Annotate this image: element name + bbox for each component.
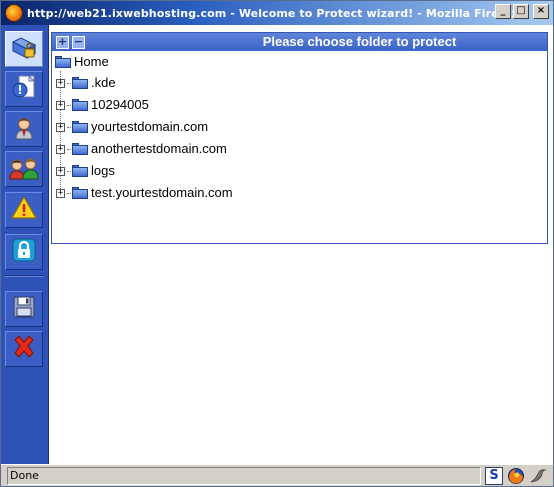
folder-open-icon: [55, 56, 71, 68]
window-title: http://web21.ixwebhosting.com - Welcome …: [27, 6, 519, 20]
info-document-icon: [10, 73, 38, 105]
maximize-button[interactable]: □: [513, 4, 529, 19]
sidebar-item-lock[interactable]: [5, 234, 43, 270]
tree-item[interactable]: + .kde: [56, 75, 116, 91]
folder-tree-panel: + − Please choose folder to protect Home…: [51, 32, 548, 244]
expand-icon[interactable]: +: [56, 188, 65, 198]
tree-item-label: .kde: [91, 75, 116, 90]
padlock-icon: [10, 236, 38, 268]
folder-icon: [72, 121, 88, 133]
tree-root-label: Home: [74, 54, 109, 69]
expand-icon[interactable]: +: [56, 100, 65, 110]
sidebar-item-users[interactable]: [5, 151, 43, 187]
folder-icon: [72, 187, 88, 199]
expand-icon[interactable]: +: [56, 78, 65, 88]
user-icon: [10, 113, 38, 145]
warning-icon: [10, 194, 38, 226]
close-button[interactable]: ×: [533, 4, 549, 19]
sidebar: [1, 25, 49, 464]
tree-item-label: 10294005: [91, 97, 149, 112]
main-content: + − Please choose folder to protect Home…: [50, 25, 553, 464]
title-bar: http://web21.ixwebhosting.com - Welcome …: [1, 1, 553, 25]
tree-item[interactable]: + yourtestdomain.com: [56, 119, 208, 135]
sidebar-item-cancel[interactable]: [5, 331, 43, 367]
expand-icon[interactable]: +: [56, 122, 65, 132]
folder-icon: [72, 99, 88, 111]
tree-item[interactable]: + 10294005: [56, 97, 149, 113]
sidebar-item-user[interactable]: [5, 111, 43, 147]
minimize-button[interactable]: _: [495, 4, 511, 19]
window-controls: _ □ ×: [495, 4, 549, 19]
bird-icon[interactable]: [529, 467, 547, 485]
tree-item[interactable]: + anothertestdomain.com: [56, 141, 227, 157]
tree-item-label: logs: [91, 163, 115, 178]
folder-icon: [72, 77, 88, 89]
sidebar-divider: [5, 275, 43, 277]
tree-item-label: anothertestdomain.com: [91, 141, 227, 156]
firefox-app-icon: [5, 4, 23, 22]
tree-root[interactable]: Home: [55, 54, 109, 70]
s-icon[interactable]: S: [485, 466, 503, 485]
folder-tree: Home + .kde + 10294005 + yourtestdomain.…: [52, 51, 547, 200]
users-group-icon: [9, 153, 39, 185]
status-text: Done: [7, 466, 481, 485]
sidebar-item-save[interactable]: [5, 291, 43, 327]
tree-item[interactable]: + logs: [56, 163, 115, 179]
folder-icon: [72, 143, 88, 155]
expand-icon[interactable]: +: [56, 166, 65, 176]
status-icons: S: [485, 466, 547, 485]
folder-icon: [72, 165, 88, 177]
panel-title: Please choose folder to protect: [262, 34, 457, 49]
sidebar-item-info[interactable]: [5, 71, 43, 107]
firefox-icon[interactable]: [507, 467, 525, 485]
close-x-icon: [10, 333, 38, 365]
tree-item-label: test.yourtestdomain.com: [91, 185, 233, 200]
panel-header: + − Please choose folder to protect: [52, 33, 547, 51]
tree-item[interactable]: + test.yourtestdomain.com: [56, 185, 233, 201]
tree-item-label: yourtestdomain.com: [91, 119, 209, 134]
status-bar: Done S: [1, 464, 553, 486]
folder-lock-icon: [10, 33, 38, 65]
browser-window: http://web21.ixwebhosting.com - Welcome …: [0, 0, 554, 487]
expand-icon[interactable]: +: [56, 144, 65, 154]
save-disk-icon: [10, 293, 38, 325]
sidebar-item-protect-folder[interactable]: [5, 31, 43, 67]
sidebar-item-warning[interactable]: [5, 192, 43, 228]
